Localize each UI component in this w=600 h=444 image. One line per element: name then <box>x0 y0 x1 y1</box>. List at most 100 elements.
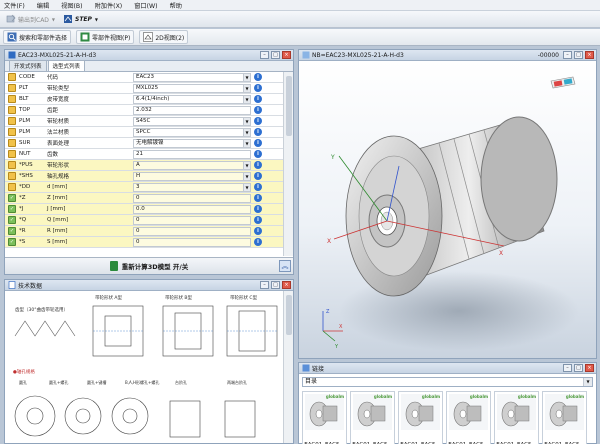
table-row[interactable]: SUR 表面处理 无电解镀镍 ▼ i <box>5 138 291 149</box>
search-parts-button[interactable]: 搜索和零部件选择 <box>3 30 72 44</box>
lock-icon[interactable] <box>8 150 16 158</box>
minimize-button[interactable]: – <box>260 51 269 59</box>
table-row[interactable]: TOP 齿距 2.032 i <box>5 105 291 116</box>
param-value[interactable]: 0 <box>133 237 251 247</box>
info-icon[interactable]: i <box>254 183 262 191</box>
minimize-button[interactable]: – <box>563 51 572 59</box>
info-icon[interactable]: i <box>254 128 262 136</box>
lock-icon[interactable] <box>8 106 16 114</box>
lock-icon[interactable] <box>8 161 16 169</box>
param-value[interactable]: S45C ▼ <box>133 116 251 126</box>
lock-icon[interactable] <box>8 128 16 136</box>
step-export-button[interactable]: STEP ▼ <box>60 12 101 26</box>
checkmark-icon[interactable]: ✓ <box>8 205 16 213</box>
param-value[interactable]: MXL025 ▼ <box>133 83 251 93</box>
catalog-item[interactable]: globalmEAC01_EAC5... <box>350 391 395 444</box>
scroll-thumb[interactable] <box>286 295 292 335</box>
chevron-down-icon[interactable]: ▼ <box>243 128 250 136</box>
table-row[interactable]: ✓ *R R [mm] 0 i <box>5 226 291 237</box>
catalog-item[interactable]: globalmEAC01_EAC5... <box>494 391 539 444</box>
checkmark-icon[interactable]: ✓ <box>8 227 16 235</box>
info-icon[interactable]: i <box>254 95 262 103</box>
view-2d-button[interactable]: 2D视图(2) <box>139 30 189 44</box>
chevron-down-icon[interactable]: ▼ <box>243 183 250 191</box>
param-value[interactable]: H ▼ <box>133 171 251 181</box>
info-icon[interactable]: i <box>254 139 262 147</box>
table-row[interactable]: CODE 代码 EAC23 ▼ i <box>5 72 291 83</box>
lock-icon[interactable] <box>8 84 16 92</box>
pulley-3d-model[interactable]: Y X X Z X Y <box>299 61 596 358</box>
param-value[interactable]: 0 <box>133 193 251 203</box>
catalog-item[interactable]: globalmEAC01_EAC5... <box>398 391 443 444</box>
chevron-down-icon[interactable]: ▼ <box>243 139 250 147</box>
chevron-down-icon[interactable]: ▼ <box>243 73 250 81</box>
minimize-button[interactable]: – <box>563 364 572 372</box>
checkmark-icon[interactable]: ✓ <box>8 194 16 202</box>
info-icon[interactable]: i <box>254 238 262 246</box>
info-icon[interactable]: i <box>254 161 262 169</box>
tech-scrollbar[interactable] <box>283 291 293 443</box>
tab-select-list[interactable]: 选型式列表 <box>47 60 86 71</box>
table-row[interactable]: PLT 带轮类型 MXL025 ▼ i <box>5 83 291 94</box>
lock-icon[interactable] <box>8 183 16 191</box>
info-icon[interactable]: i <box>254 84 262 92</box>
tab-dev-list[interactable]: 开发式列表 <box>9 60 47 71</box>
menu-edit[interactable]: 编辑 <box>37 1 49 10</box>
menu-help[interactable]: 帮助 <box>170 1 182 10</box>
maximize-button[interactable]: □ <box>271 51 280 59</box>
info-icon[interactable]: i <box>254 227 262 235</box>
part-view-button[interactable]: 零部件视图(P) <box>76 30 135 44</box>
menu-addons[interactable]: 附加件(X) <box>95 1 123 10</box>
table-row[interactable]: PLM 法兰材质 SPCC ▼ i <box>5 127 291 138</box>
table-row[interactable]: ✓ *S S [mm] 0 i <box>5 237 291 248</box>
3d-viewport[interactable]: Y X X Z X Y <box>299 61 596 358</box>
catalog-item[interactable]: globalmEAC01_EAC5... <box>446 391 491 444</box>
info-icon[interactable]: i <box>254 194 262 202</box>
param-value[interactable]: 0 <box>133 215 251 225</box>
chevron-down-icon[interactable]: ▼ <box>243 84 250 92</box>
lock-icon[interactable] <box>8 139 16 147</box>
table-row[interactable]: NUT 齿数 21 i <box>5 149 291 160</box>
close-button[interactable]: × <box>282 281 291 289</box>
minimize-button[interactable]: – <box>260 281 269 289</box>
maximize-button[interactable]: □ <box>574 364 583 372</box>
table-row[interactable]: ✓ *J J [mm] 0.0 i <box>5 204 291 215</box>
info-icon[interactable]: i <box>254 172 262 180</box>
info-icon[interactable]: i <box>254 205 262 213</box>
collapse-up-icon[interactable]: ︽ <box>279 260 291 272</box>
param-value[interactable]: 2.032 <box>133 105 251 115</box>
scroll-thumb[interactable] <box>286 76 292 136</box>
maximize-button[interactable]: □ <box>271 281 280 289</box>
param-value[interactable]: 0.0 <box>133 204 251 214</box>
chevron-down-icon[interactable]: ▼ <box>243 95 250 103</box>
maximize-button[interactable]: □ <box>574 51 583 59</box>
menu-view[interactable]: 视图(B) <box>61 1 82 10</box>
table-row[interactable]: ✓ *Q Q [mm] 0 i <box>5 215 291 226</box>
param-value[interactable]: 21 <box>133 149 251 159</box>
close-button[interactable]: × <box>282 51 291 59</box>
info-icon[interactable]: i <box>254 117 262 125</box>
param-value[interactable]: 0 <box>133 226 251 236</box>
lock-icon[interactable] <box>8 117 16 125</box>
close-button[interactable]: × <box>585 51 594 59</box>
table-row[interactable]: BLT 皮带宽度 6.4(1/4inch) ▼ i <box>5 94 291 105</box>
menu-window[interactable]: 窗口(W) <box>134 1 157 10</box>
chevron-down-icon[interactable]: ▼ <box>243 161 250 169</box>
recalc-3d-toggle[interactable]: 重新计算3D模型 开/关 <box>5 257 293 274</box>
menu-file[interactable]: 文件(F) <box>4 1 25 10</box>
info-icon[interactable]: i <box>254 106 262 114</box>
table-row[interactable]: *DD d [mm] 3 ▼ i <box>5 182 291 193</box>
lock-icon[interactable] <box>8 172 16 180</box>
chevron-down-icon[interactable]: ▼ <box>243 172 250 180</box>
param-value[interactable]: SPCC ▼ <box>133 127 251 137</box>
info-icon[interactable]: i <box>254 150 262 158</box>
info-icon[interactable]: i <box>254 216 262 224</box>
table-row[interactable]: PLM 带轮材质 S45C ▼ i <box>5 116 291 127</box>
table-row[interactable]: *SHS 轴孔规格 H ▼ i <box>5 171 291 182</box>
param-value[interactable]: 无电解镀镍 ▼ <box>133 138 251 148</box>
table-row[interactable]: *PUS 带轮形状 A ▼ i <box>5 160 291 171</box>
param-value[interactable]: 6.4(1/4inch) ▼ <box>133 94 251 104</box>
checkmark-icon[interactable]: ✓ <box>8 216 16 224</box>
checkmark-icon[interactable]: ✓ <box>8 238 16 246</box>
close-button[interactable]: × <box>585 364 594 372</box>
